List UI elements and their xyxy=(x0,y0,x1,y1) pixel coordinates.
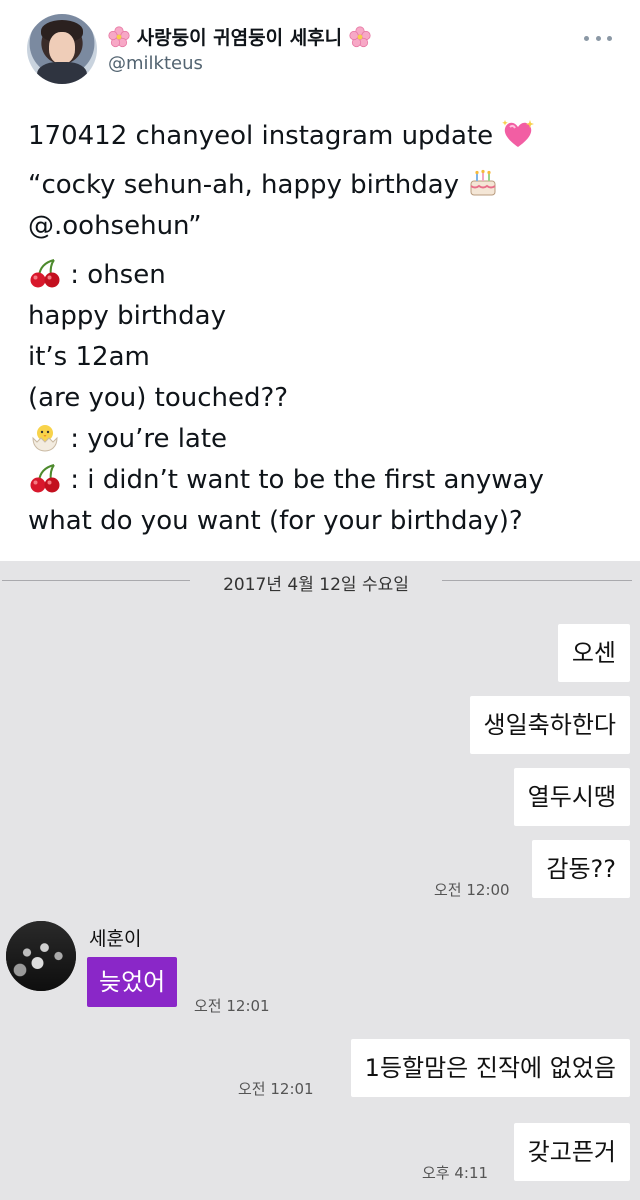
tweet-line-text: happy birthday xyxy=(28,301,226,331)
cherry-blossom-icon xyxy=(108,26,130,48)
tweet-line-text: : i didn’t want to be the first anyway xyxy=(70,465,544,495)
cherries-icon xyxy=(30,259,60,288)
message-time: 오전 12:00 xyxy=(434,881,510,899)
tweet-line: it’s 12am xyxy=(28,337,628,378)
friend-avatar[interactable] xyxy=(6,921,76,991)
divider xyxy=(442,580,632,581)
message-bubble-sent[interactable]: 생일축하한다 xyxy=(469,696,630,754)
tweet-line-text: “cocky sehun-ah, happy birthday xyxy=(28,170,460,200)
tweet-line-text: it’s 12am xyxy=(28,342,150,372)
more-options-icon[interactable] xyxy=(584,30,612,46)
tweet-line: 170412 chanyeol instagram update xyxy=(28,116,628,157)
hatching-chick-icon xyxy=(32,425,58,452)
display-name[interactable]: 사랑둥이 귀염둥이 세후니 xyxy=(108,26,371,50)
tweet-line: : you’re late xyxy=(28,419,628,460)
message-bubble-sent[interactable]: 갖고픈거 xyxy=(513,1123,630,1181)
tweet-header: 사랑둥이 귀염둥이 세후니 @milkteus xyxy=(0,0,640,110)
tweet-line-text: (are you) touched?? xyxy=(28,383,289,413)
sparkling-heart-icon xyxy=(502,120,535,147)
date-separator: 2017년 4월 12일 수요일 xyxy=(0,565,640,595)
message-bubble-sent[interactable]: 오센 xyxy=(557,624,630,682)
tweet-text: 170412 chanyeol instagram update “cocky … xyxy=(28,116,628,542)
display-name-text: 사랑둥이 귀염둥이 세후니 xyxy=(136,27,343,49)
tweet-line: happy birthday xyxy=(28,296,628,337)
user-handle[interactable]: @milkteus xyxy=(108,53,203,75)
divider xyxy=(2,580,190,581)
cherry-blossom-icon xyxy=(349,26,371,48)
message-bubble-sent[interactable]: 감동?? xyxy=(532,840,630,898)
tweet-line: “cocky sehun-ah, happy birthday xyxy=(28,165,628,206)
tweet-line-text: : ohsen xyxy=(70,260,166,290)
chat-screenshot: 2017년 4월 12일 수요일 오센 생일축하한다 열두시땡 감동?? 오전 … xyxy=(0,561,640,1200)
birthday-cake-icon xyxy=(470,169,496,196)
tweet-line-text: 170412 chanyeol instagram update xyxy=(28,121,494,151)
message-bubble-received[interactable]: 늦었어 xyxy=(87,957,178,1007)
message-time: 오전 12:01 xyxy=(238,1080,314,1098)
tweet-line: : i didn’t want to be the first anyway xyxy=(28,460,628,501)
tweet-line-text: what do you want (for your birthday)? xyxy=(28,506,523,536)
user-avatar[interactable] xyxy=(27,14,97,84)
tweet-line-text: : you’re late xyxy=(70,424,228,454)
tweet-line: @.oohsehun” xyxy=(28,206,628,247)
chat-date: 2017년 4월 12일 수요일 xyxy=(223,575,409,595)
tweet-line: (are you) touched?? xyxy=(28,378,628,419)
message-time: 오후 4:11 xyxy=(422,1164,489,1182)
cherries-icon xyxy=(30,464,60,493)
tweet-line-text: @.oohsehun” xyxy=(28,211,202,241)
tweet-line: what do you want (for your birthday)? xyxy=(28,501,628,542)
message-bubble-sent[interactable]: 열두시땡 xyxy=(513,768,630,826)
message-time: 오전 12:01 xyxy=(194,997,270,1015)
tweet-line: : ohsen xyxy=(28,255,628,296)
message-bubble-sent[interactable]: 1등할맘은 진작에 없었음 xyxy=(350,1039,630,1097)
friend-name: 세훈이 xyxy=(89,928,142,950)
